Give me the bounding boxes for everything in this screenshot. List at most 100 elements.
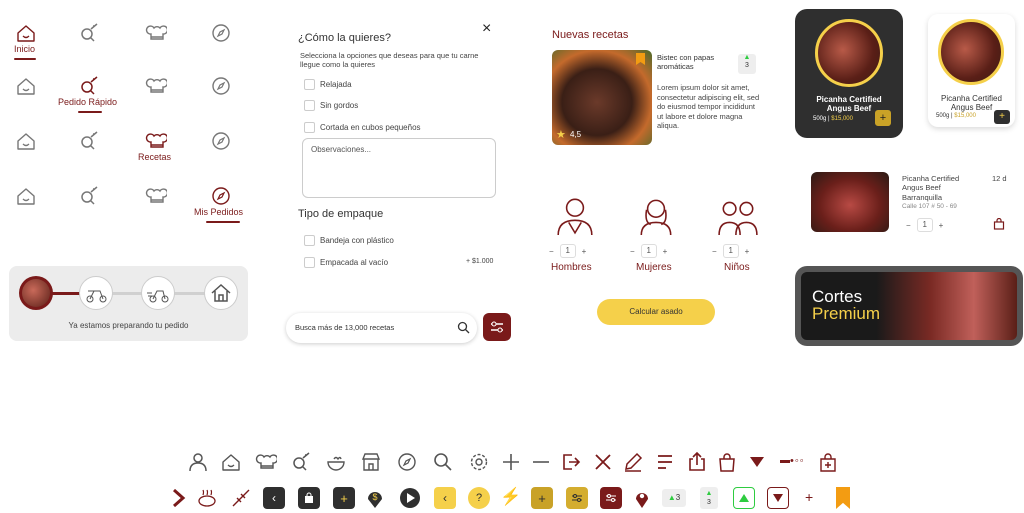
observations-placeholder: Observaciones...	[311, 145, 372, 154]
pack-checkbox[interactable]	[304, 235, 315, 246]
nav-label-pedido[interactable]: Pedido Rápido	[58, 97, 117, 107]
filter-gold-button[interactable]	[566, 487, 588, 509]
chef-icon[interactable]	[145, 22, 167, 44]
person-qty-stepper[interactable]: −1 +	[712, 244, 749, 258]
order-days: 12 d	[992, 174, 1007, 183]
order-city: Barranquilla	[902, 193, 943, 202]
home-icon[interactable]	[15, 22, 37, 44]
chef-icon[interactable]	[145, 130, 167, 152]
caret-down-icon[interactable]	[746, 451, 768, 473]
nav-label-inicio[interactable]: Inicio	[14, 44, 35, 54]
bookmark-icon[interactable]	[836, 487, 850, 509]
back-yellow-button[interactable]: ‹	[434, 487, 456, 509]
back-button[interactable]: ‹	[263, 487, 285, 509]
bag-icon[interactable]	[716, 451, 738, 473]
add-gold-button[interactable]: +	[531, 487, 553, 509]
compass-icon[interactable]	[396, 451, 418, 473]
chef-icon[interactable]	[145, 185, 167, 207]
search-icon[interactable]	[290, 451, 312, 473]
recipe-rating: 4,5	[570, 130, 582, 139]
magnifier-icon[interactable]	[432, 451, 454, 473]
order-image	[811, 172, 889, 232]
minus-icon[interactable]	[530, 451, 552, 473]
option-checkbox[interactable]	[304, 100, 315, 111]
dollar-pin-icon[interactable]: $	[364, 487, 386, 509]
bag-add-icon[interactable]	[817, 451, 839, 473]
search-icon[interactable]	[78, 130, 100, 152]
option-checkbox[interactable]	[304, 122, 315, 133]
observations-input[interactable]: Observaciones...	[302, 138, 496, 198]
search-icon[interactable]	[457, 321, 470, 334]
person-icon	[554, 193, 596, 235]
pack-label: Bandeja con plástico	[320, 236, 394, 245]
search-input[interactable]: Busca más de 13,000 recetas	[286, 313, 477, 343]
recipes-title: Nuevas recetas	[552, 29, 629, 41]
nav-underline	[14, 58, 36, 60]
chevron-right-icon[interactable]	[168, 487, 190, 509]
share-icon[interactable]	[686, 451, 708, 473]
add-cart-button[interactable]: +	[875, 110, 891, 126]
bag-icon[interactable]	[993, 218, 1005, 230]
pack-label: Empacada al vacío	[320, 258, 389, 267]
play-icon[interactable]	[399, 487, 421, 509]
product-image	[815, 19, 883, 87]
compass-icon[interactable]	[210, 22, 232, 44]
star-icon: ★	[556, 129, 566, 141]
search-icon[interactable]	[78, 75, 100, 97]
filter-button[interactable]	[483, 313, 511, 341]
calculate-button[interactable]: Calcular asado	[597, 299, 715, 325]
logout-icon[interactable]	[560, 451, 582, 473]
bowl-icon[interactable]	[325, 451, 347, 473]
close-icon[interactable]	[592, 451, 614, 473]
home-icon[interactable]	[15, 130, 37, 152]
nav-label-recetas[interactable]: Recetas	[138, 152, 171, 162]
bolt-icon: ⚡	[500, 487, 522, 506]
meat-step-icon	[19, 276, 53, 310]
nav-label-mis_pedidos[interactable]: Mis Pedidos	[194, 207, 243, 217]
order-name: Picanha Certified Angus Beef	[902, 174, 960, 192]
search-icon[interactable]	[78, 22, 100, 44]
user-icon[interactable]	[187, 451, 209, 473]
option-checkbox[interactable]	[304, 79, 315, 90]
help-icon[interactable]: ?	[468, 487, 490, 509]
grill-icon[interactable]	[196, 487, 218, 509]
pack-checkbox[interactable]	[304, 257, 315, 268]
store-icon[interactable]	[360, 451, 382, 473]
plus-small-icon[interactable]: +	[805, 489, 813, 505]
product-weight: 500g	[936, 113, 950, 119]
pager-dots[interactable]: •◦◦	[780, 455, 805, 467]
person-qty-stepper[interactable]: −1 +	[630, 244, 667, 258]
skewer-icon[interactable]	[230, 487, 252, 509]
compass-icon[interactable]	[210, 185, 232, 207]
add-cart-button[interactable]: +	[994, 110, 1010, 124]
bag-button[interactable]	[298, 487, 320, 509]
chef-icon[interactable]	[145, 75, 167, 97]
compass-icon[interactable]	[210, 130, 232, 152]
gear-icon[interactable]	[468, 451, 490, 473]
arrow-down-box-icon[interactable]	[767, 487, 789, 509]
pack-price: + $1.000	[466, 258, 494, 265]
person-icon	[635, 193, 677, 235]
edit-icon[interactable]	[622, 451, 644, 473]
home-icon[interactable]	[15, 185, 37, 207]
search-icon[interactable]	[78, 185, 100, 207]
home-icon[interactable]	[15, 75, 37, 97]
add-button[interactable]: +	[333, 487, 355, 509]
product-card-light[interactable]: Picanha Certified Angus Beef 500g | $15,…	[928, 14, 1015, 127]
person-label: Mujeres	[636, 262, 672, 273]
arrow-up-box-icon[interactable]	[733, 487, 755, 509]
plus-icon[interactable]	[500, 451, 522, 473]
order-qty-stepper[interactable]: −1 +	[906, 218, 943, 232]
person-qty-stepper[interactable]: −1 +	[549, 244, 586, 258]
nav-underline	[206, 221, 240, 223]
close-icon[interactable]: ×	[482, 20, 491, 38]
menu-icon[interactable]	[654, 451, 676, 473]
home-icon[interactable]	[220, 451, 242, 473]
premium-banner[interactable]: Cortes Premium	[795, 266, 1023, 346]
product-card-dark[interactable]: Picanha Certified Angus Beef 500g | $15,…	[795, 9, 903, 138]
compass-icon[interactable]	[210, 75, 232, 97]
chef-icon[interactable]	[255, 451, 277, 473]
option-label: Sin gordos	[320, 101, 359, 110]
filter-maroon-button[interactable]	[600, 487, 622, 509]
location-pin-icon[interactable]	[631, 487, 653, 509]
